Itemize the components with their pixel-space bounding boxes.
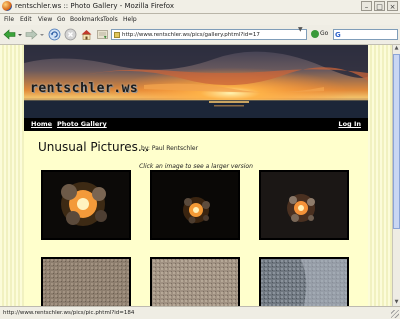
gallery-thumbnail[interactable] (259, 257, 349, 306)
search-input[interactable]: G (333, 29, 398, 40)
menu-edit[interactable]: Edit (20, 14, 32, 25)
bookmark-icon[interactable] (96, 28, 109, 41)
window-titlebar: rentschler.ws :: Photo Gallery - Mozilla… (0, 0, 400, 14)
google-icon: G (335, 31, 341, 39)
gallery-byline: by: Paul Rentschler (141, 145, 199, 152)
page-icon (114, 32, 120, 38)
menu-bookmarks[interactable]: Bookmarks (70, 14, 104, 25)
gallery-hint: Click an image to see a larger version (139, 163, 253, 170)
vertical-scrollbar[interactable]: ▲ ▼ (392, 45, 400, 306)
address-bar[interactable]: http://www.rentschler.ws/pics/gallery.ph… (111, 29, 307, 40)
home-icon[interactable] (80, 28, 93, 41)
thumbnail-image (152, 172, 238, 238)
menu-bar: File Edit View Go Bookmarks Tools Help (0, 14, 400, 25)
scrollbar-thumb[interactable] (393, 54, 400, 229)
gallery-thumbnail[interactable] (150, 257, 240, 306)
back-dropdown-icon[interactable] (17, 28, 23, 41)
nav-login-link[interactable]: Log In (338, 118, 361, 131)
back-arrow-icon[interactable] (3, 28, 16, 41)
nav-home-link[interactable]: Home (31, 118, 52, 131)
resize-grip-icon[interactable] (391, 310, 399, 318)
gallery-thumbnail[interactable] (150, 170, 240, 240)
scroll-down-icon[interactable]: ▼ (393, 299, 400, 306)
navigation-toolbar: http://www.rentschler.ws/pics/gallery.ph… (0, 25, 400, 45)
gallery-thumbnail[interactable] (41, 170, 131, 240)
maximize-icon[interactable]: □ (374, 1, 385, 11)
thumbnail-image (261, 172, 347, 238)
gallery-title: Unusual Pictures... (38, 140, 150, 154)
site-title: rentschler.ws (30, 81, 139, 96)
menu-file[interactable]: File (4, 14, 14, 25)
menu-tools[interactable]: Tools (103, 14, 118, 25)
menu-view[interactable]: View (38, 14, 52, 25)
forward-arrow-icon[interactable] (25, 28, 38, 41)
page-content: rentschler.ws Home Photo Gallery Log In … (24, 45, 368, 306)
site-banner: rentschler.ws (24, 45, 368, 118)
gallery-thumbnail[interactable] (259, 170, 349, 240)
menu-go[interactable]: Go (57, 14, 65, 25)
address-text: http://www.rentschler.ws/pics/gallery.ph… (122, 32, 260, 38)
nav-photo-gallery-link[interactable]: Photo Gallery (57, 118, 107, 131)
scroll-up-icon[interactable]: ▲ (393, 45, 400, 52)
status-bar: http://www.rentschler.ws/pics/pic.phtml?… (0, 306, 400, 319)
thumbnail-image (152, 259, 238, 306)
close-icon[interactable]: × (387, 1, 398, 11)
window-title: rentschler.ws :: Photo Gallery - Mozilla… (15, 2, 175, 10)
site-navbar: Home Photo Gallery Log In (24, 118, 368, 131)
minimize-icon[interactable]: – (361, 1, 372, 11)
go-button[interactable]: Go (320, 29, 328, 39)
address-dropdown-icon[interactable]: ▼ (298, 26, 303, 33)
go-icon[interactable] (311, 30, 319, 38)
firefox-icon (2, 1, 12, 11)
gallery-thumbnail[interactable] (41, 257, 131, 306)
reload-icon[interactable] (48, 28, 61, 41)
window-controls: – □ × (361, 1, 398, 11)
menu-help[interactable]: Help (123, 14, 137, 25)
status-text: http://www.rentschler.ws/pics/pic.phtml?… (3, 310, 135, 316)
page-viewport: rentschler.ws Home Photo Gallery Log In … (0, 45, 392, 306)
thumbnail-image (261, 259, 347, 306)
thumbnail-image (43, 259, 129, 306)
stop-icon[interactable] (64, 28, 77, 41)
thumbnail-image (43, 172, 129, 238)
forward-dropdown-icon[interactable] (39, 28, 45, 41)
